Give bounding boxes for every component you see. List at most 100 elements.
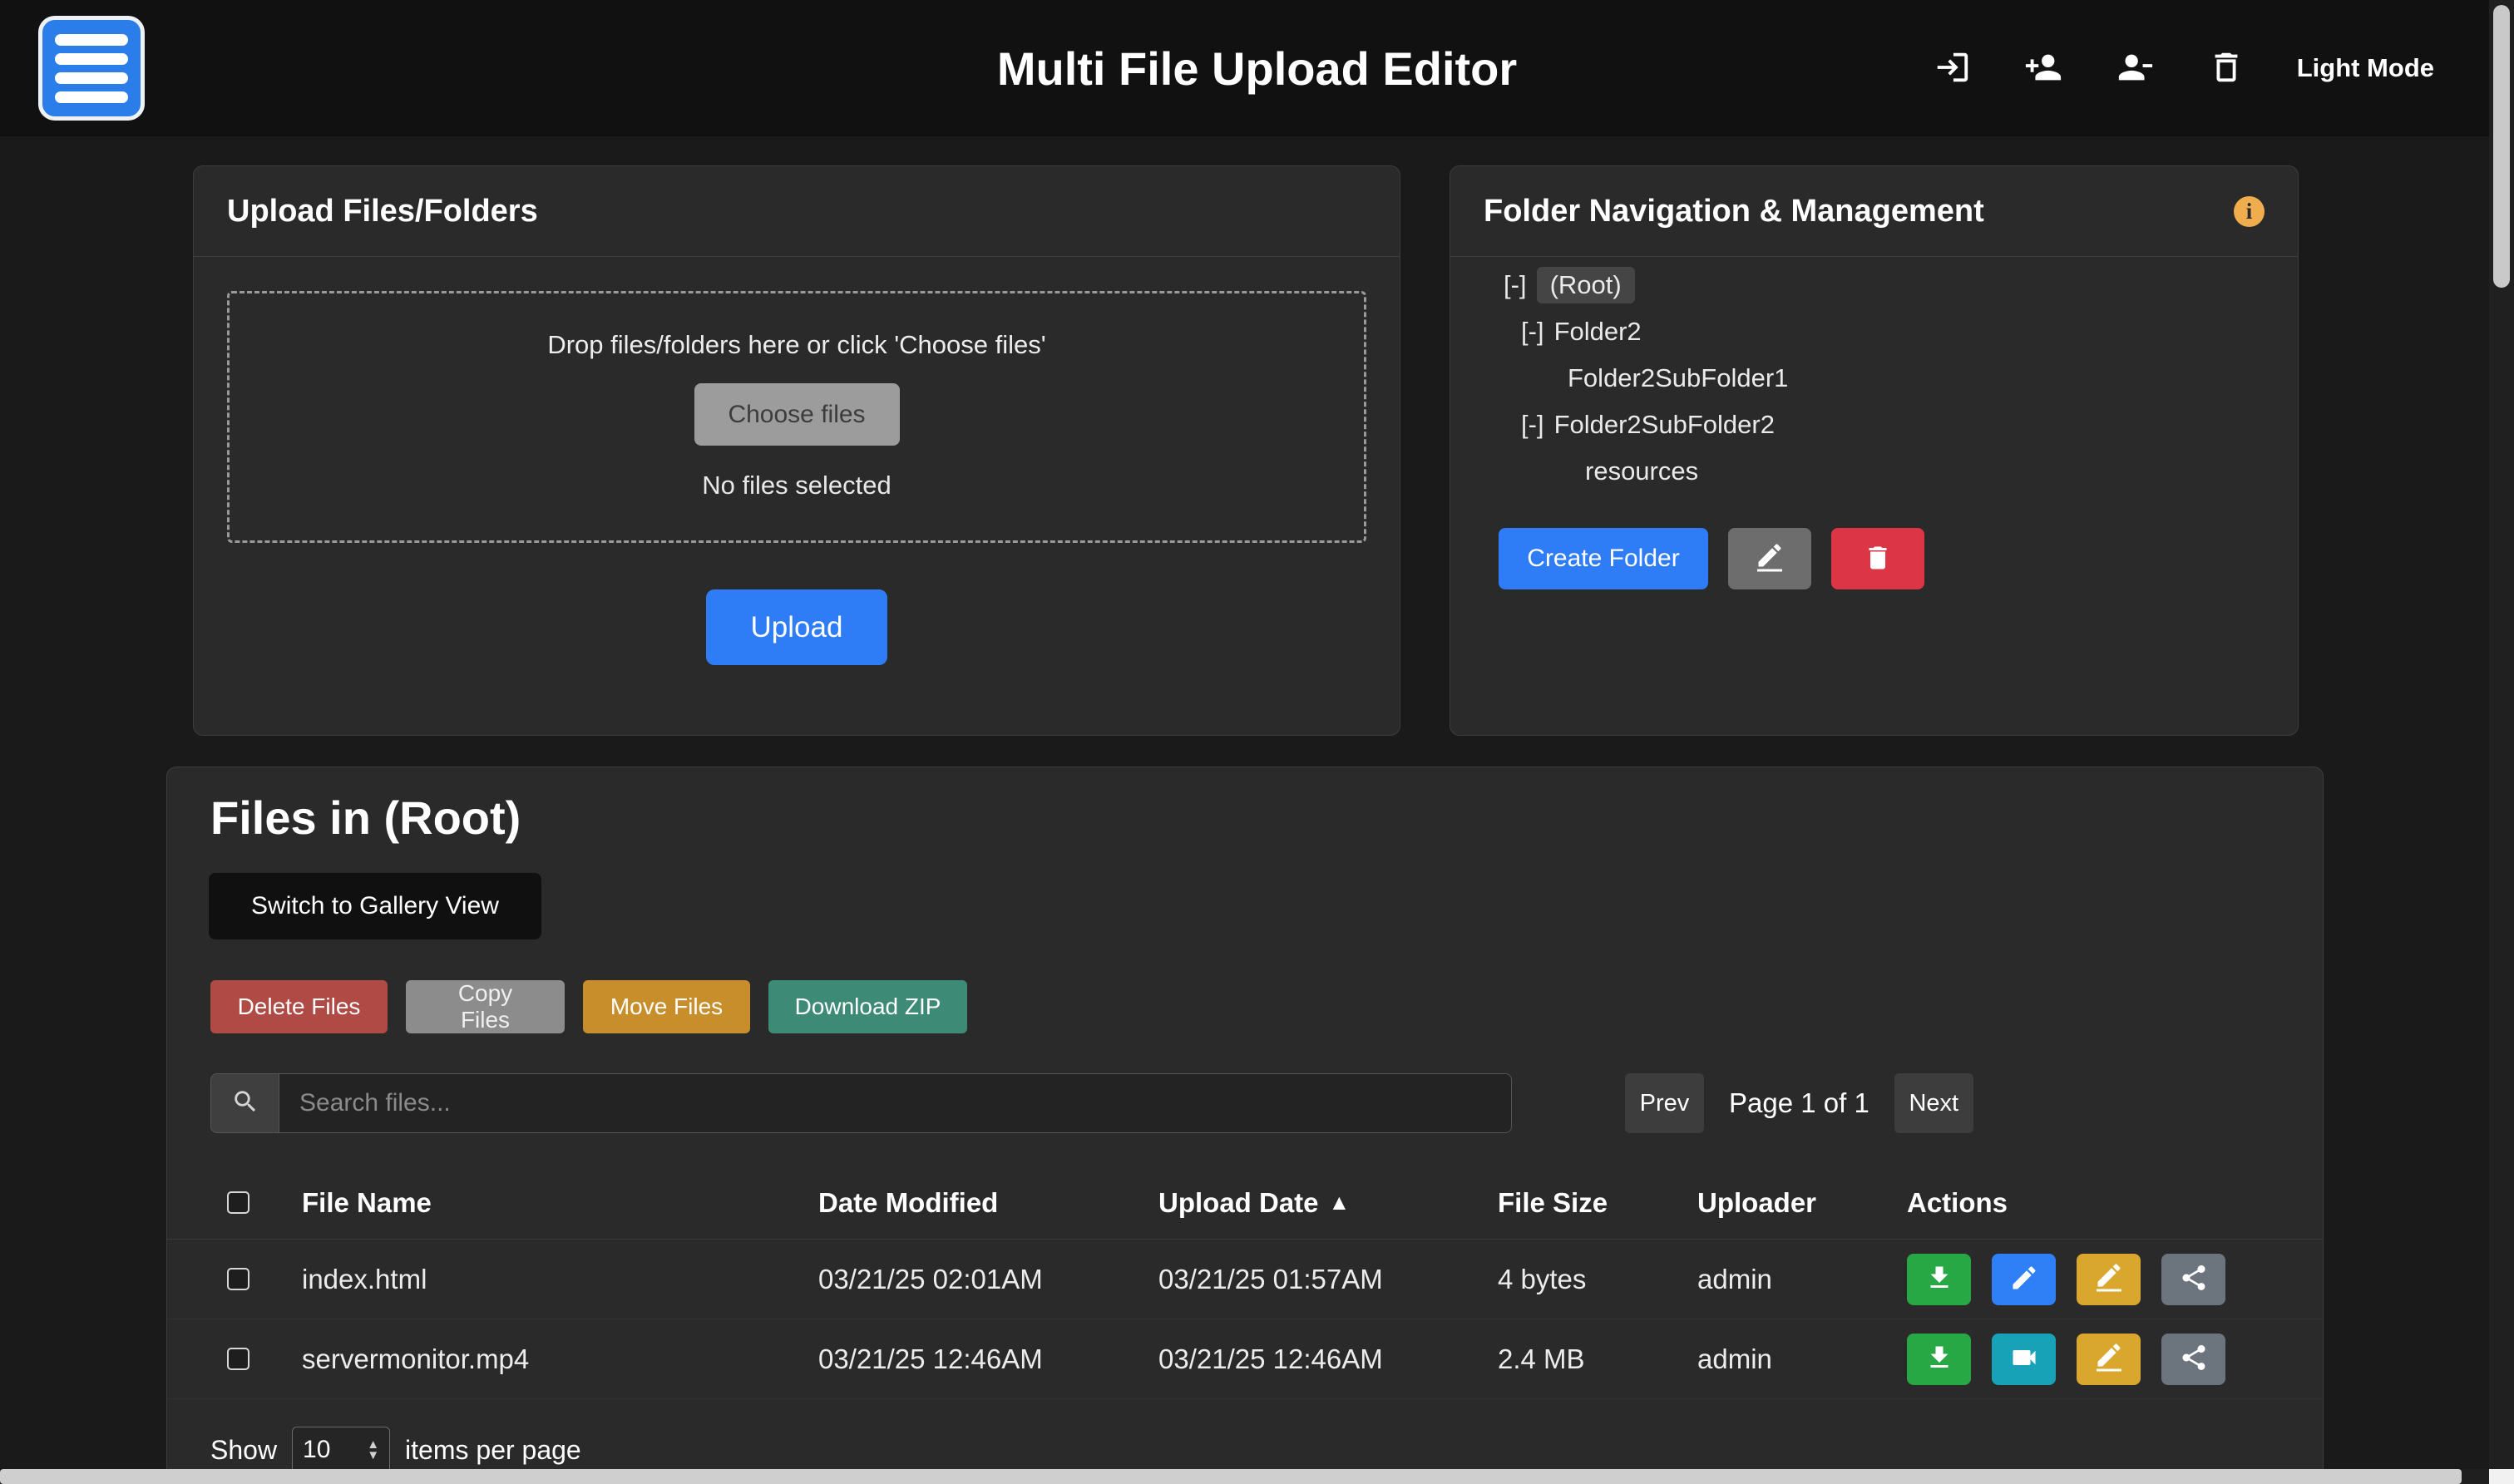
search-bar: [210, 1073, 1512, 1133]
dropzone[interactable]: Drop files/folders here or click 'Choose…: [227, 291, 1366, 543]
files-section: Files in (Root) Switch to Gallery View D…: [166, 767, 2324, 1484]
tree-row-folder2subfolder1: Folder2SubFolder1: [1450, 355, 2298, 402]
tree-toggle-folder2subfolder2[interactable]: [-]: [1521, 410, 1544, 440]
switch-gallery-view-button[interactable]: Switch to Gallery View: [209, 873, 541, 939]
person-remove-icon: [2116, 48, 2154, 89]
logout-button[interactable]: [1931, 47, 1973, 89]
folder-card-title: Folder Navigation & Management: [1484, 194, 1984, 229]
table-row: index.html 03/21/25 02:01AM 03/21/25 01:…: [167, 1240, 2323, 1319]
video-camera-icon: [2009, 1343, 2039, 1375]
col-date-modified[interactable]: Date Modified: [818, 1187, 1158, 1219]
person-add-icon: [2024, 48, 2062, 89]
app: Multi File Upload Editor Light Mode Uplo…: [0, 0, 2514, 1484]
horizontal-scrollbar[interactable]: [0, 1469, 2489, 1484]
share-button[interactable]: [2161, 1254, 2225, 1305]
row-checkbox[interactable]: [227, 1348, 249, 1370]
play-video-button[interactable]: [1992, 1334, 2056, 1385]
table-header-row: File Name Date Modified Upload Date ▲ Fi…: [167, 1166, 2323, 1240]
vertical-scrollbar[interactable]: [2489, 0, 2514, 1484]
scrollbar-corner: [2489, 1469, 2514, 1484]
date-modified: 03/21/25 12:46AM: [818, 1343, 1158, 1375]
search-icon: [231, 1087, 259, 1120]
col-actions: Actions: [1907, 1187, 2323, 1219]
light-mode-toggle[interactable]: Light Mode: [2297, 53, 2434, 83]
download-button[interactable]: [1907, 1254, 1971, 1305]
prev-page-button[interactable]: Prev: [1625, 1073, 1704, 1133]
move-files-button[interactable]: Move Files: [583, 980, 750, 1033]
share-icon: [2179, 1263, 2209, 1295]
files-section-title: Files in (Root): [210, 791, 521, 845]
page-status: Page 1 of 1: [1729, 1087, 1869, 1119]
logo-stripe: [55, 72, 128, 84]
tree-item-resources[interactable]: resources: [1585, 456, 1698, 486]
items-per-page-label: items per page: [405, 1435, 581, 1466]
choose-files-button[interactable]: Choose files: [694, 383, 900, 446]
tree-toggle-folder2[interactable]: [-]: [1521, 317, 1544, 347]
col-file-size[interactable]: File Size: [1498, 1187, 1697, 1219]
pagination: Prev Page 1 of 1 Next: [1625, 1073, 1973, 1133]
spinner-icon[interactable]: ▲▼: [367, 1439, 379, 1461]
create-folder-button[interactable]: Create Folder: [1499, 528, 1708, 589]
items-per-page-value: 10: [303, 1436, 330, 1464]
app-header: Multi File Upload Editor Light Mode: [0, 0, 2514, 136]
sort-ascending-icon: ▲: [1329, 1190, 1351, 1215]
search-icon-box: [210, 1073, 279, 1133]
tree-item-root[interactable]: (Root): [1537, 267, 1635, 303]
upload-card-header: Upload Files/Folders: [194, 166, 1400, 257]
col-file-name[interactable]: File Name: [302, 1187, 818, 1219]
upload-date: 03/21/25 01:57AM: [1158, 1264, 1498, 1295]
upload-button[interactable]: Upload: [706, 589, 887, 665]
delete-folder-button[interactable]: [1831, 528, 1924, 589]
items-per-page-select[interactable]: 10 ▲▼: [292, 1427, 390, 1473]
rename-button[interactable]: [2077, 1254, 2141, 1305]
rename-icon: [1755, 543, 1785, 575]
tree-item-folder2subfolder2[interactable]: Folder2SubFolder2: [1554, 410, 1775, 440]
tree-toggle-root[interactable]: [-]: [1504, 270, 1527, 300]
share-button[interactable]: [2161, 1334, 2225, 1385]
upload-card-title: Upload Files/Folders: [227, 194, 538, 229]
rename-icon: [2094, 1343, 2124, 1375]
tree-item-folder2[interactable]: Folder2: [1554, 317, 1642, 347]
tree-row-folder2subfolder2: [-] Folder2SubFolder2: [1450, 402, 2298, 448]
horizontal-scrollbar-thumb[interactable]: [0, 1469, 2462, 1484]
logo-stripe: [55, 53, 128, 65]
col-upload-date[interactable]: Upload Date ▲: [1158, 1187, 1498, 1219]
file-name: servermonitor.mp4: [302, 1343, 818, 1375]
add-user-button[interactable]: [2023, 47, 2064, 89]
delete-files-button[interactable]: Delete Files: [210, 980, 388, 1033]
search-input[interactable]: [279, 1073, 1512, 1133]
rename-button[interactable]: [2077, 1334, 2141, 1385]
pencil-icon: [2009, 1263, 2039, 1295]
uploader: admin: [1697, 1343, 1907, 1375]
info-icon[interactable]: i: [2234, 196, 2265, 227]
copy-files-button[interactable]: Copy Files: [406, 980, 565, 1033]
logo-stripe: [55, 34, 128, 46]
rename-icon: [2094, 1263, 2124, 1295]
col-uploader[interactable]: Uploader: [1697, 1187, 1907, 1219]
remove-user-button[interactable]: [2114, 47, 2156, 89]
download-zip-button[interactable]: Download ZIP: [768, 980, 967, 1033]
edit-button[interactable]: [1992, 1254, 2056, 1305]
delete-account-button[interactable]: [2205, 47, 2247, 89]
files-table: File Name Date Modified Upload Date ▲ Fi…: [167, 1166, 2323, 1399]
tree-item-folder2subfolder1[interactable]: Folder2SubFolder1: [1568, 363, 1788, 393]
download-icon: [1924, 1343, 1954, 1375]
row-actions: [1907, 1254, 2323, 1305]
folder-card-header: Folder Navigation & Management i: [1450, 166, 2298, 257]
download-icon: [1924, 1263, 1954, 1295]
dropzone-hint: Drop files/folders here or click 'Choose…: [547, 330, 1045, 360]
next-page-button[interactable]: Next: [1894, 1073, 1973, 1133]
download-button[interactable]: [1907, 1334, 1971, 1385]
tree-row-folder2: [-] Folder2: [1450, 308, 2298, 355]
logout-icon: [1933, 48, 1971, 89]
row-checkbox[interactable]: [227, 1268, 249, 1290]
select-all-checkbox[interactable]: [227, 1191, 249, 1214]
app-logo-icon[interactable]: [38, 16, 145, 121]
upload-date: 03/21/25 12:46AM: [1158, 1343, 1498, 1375]
file-name: index.html: [302, 1264, 818, 1295]
logo-stripe: [55, 91, 128, 103]
no-files-text: No files selected: [702, 471, 891, 500]
file-size: 2.4 MB: [1498, 1343, 1697, 1375]
vertical-scrollbar-thumb[interactable]: [2493, 5, 2510, 288]
rename-folder-button[interactable]: [1728, 528, 1811, 589]
